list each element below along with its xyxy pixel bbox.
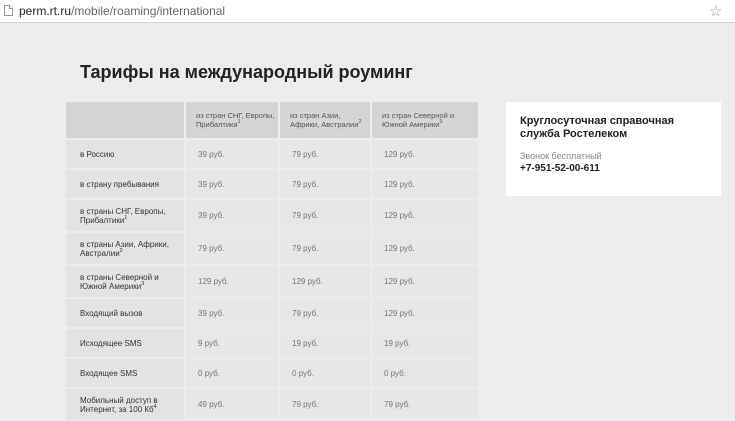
table-row: в страны СНГ, Европы, Прибалтики1 39 руб… [66, 198, 478, 231]
page-icon [4, 5, 13, 16]
price-cell: 129 руб. [186, 264, 280, 297]
price-cell: 129 руб. [372, 168, 478, 198]
price-cell: 39 руб. [186, 198, 280, 231]
price-cell: 0 руб. [186, 357, 280, 387]
price-cell: 79 руб. [280, 297, 372, 327]
row-label: Входящее SMS [66, 357, 186, 387]
row-label: Мобильный доступ в Интернет, за 100 Кб4 [66, 387, 186, 420]
row-label-text: в страны Азии, Африки, Австралии [80, 239, 169, 258]
price-cell: 79 руб. [280, 231, 372, 264]
price-cell: 79 руб. [186, 231, 280, 264]
price-cell: 39 руб. [186, 297, 280, 327]
price-cell: 79 руб. [280, 168, 372, 198]
table-header-row: из стран СНГ, Европы, Прибалтики1 из стр… [66, 102, 478, 138]
support-call-note: Звонок бесплатный [520, 151, 602, 161]
support-phone[interactable]: +7-951-52-00-611 [520, 163, 709, 174]
url-path: /mobile/roaming/international [71, 4, 226, 18]
price-cell: 129 руб. [372, 264, 478, 297]
table-row: в страны Азии, Африки, Австралии2 79 руб… [66, 231, 478, 264]
column-header-text: из стран Северной и Южной Америки [382, 111, 455, 129]
row-label-text: Входящий вызов [80, 308, 143, 318]
price-cell: 79 руб. [280, 138, 372, 168]
price-cell: 129 руб. [280, 264, 372, 297]
row-label-text: в страны СНГ, Европы, Прибалтики [80, 206, 166, 225]
row-label-text: в страны Северной и Южной Америки [80, 272, 159, 291]
row-label: в страны Азии, Африки, Австралии2 [66, 231, 186, 264]
url-text[interactable]: perm.rt.ru/mobile/roaming/international [19, 4, 225, 18]
page-title: Тарифы на международный роуминг [80, 62, 413, 82]
price-cell: 39 руб. [186, 168, 280, 198]
price-cell: 0 руб. [280, 357, 372, 387]
price-cell: 19 руб. [372, 327, 478, 357]
roaming-tariffs-table: из стран СНГ, Европы, Прибалтики1 из стр… [66, 102, 478, 420]
row-label: в страну пребывания [66, 168, 186, 198]
price-cell: 19 руб. [280, 327, 372, 357]
row-label-text: Мобильный доступ в Интернет, за 100 Кб [80, 395, 158, 414]
star-icon[interactable]: ☆ [709, 2, 722, 20]
support-info-box: Круглосуточная справочная служба Ростеле… [506, 102, 721, 196]
footnote-mark: 1 [124, 214, 128, 221]
column-header: из стран Азии, Африки, Австралии2 [280, 102, 372, 138]
footnote-mark: 4 [153, 403, 157, 410]
footnote-mark: 3 [141, 280, 145, 287]
footnote-mark: 3 [439, 119, 443, 125]
column-header-text: из стран СНГ, Европы, Прибалтики [196, 111, 275, 129]
price-cell: 129 руб. [372, 297, 478, 327]
row-label-text: в страну пребывания [80, 179, 159, 189]
price-cell: 39 руб. [186, 138, 280, 168]
footnote-mark: 2 [119, 247, 123, 254]
table-row: в страну пребывания 39 руб. 79 руб. 129 … [66, 168, 478, 198]
price-cell: 79 руб. [280, 198, 372, 231]
column-header: из стран Северной и Южной Америки3 [372, 102, 478, 138]
price-cell: 129 руб. [372, 231, 478, 264]
table-header-corner [66, 102, 186, 138]
row-label: Исходящее SMS [66, 327, 186, 357]
footnote-mark: 2 [358, 119, 362, 125]
price-cell: 79 руб. [372, 387, 478, 420]
row-label-text: Исходящее SMS [80, 338, 142, 348]
row-label: в страны СНГ, Европы, Прибалтики1 [66, 198, 186, 231]
row-label: в Россию [66, 138, 186, 168]
row-label: в страны Северной и Южной Америки3 [66, 264, 186, 297]
row-label: Входящий вызов [66, 297, 186, 327]
price-cell: 79 руб. [280, 387, 372, 420]
table-row: Входящее SMS 0 руб. 0 руб. 0 руб. [66, 357, 478, 387]
row-label-text: Входящее SMS [80, 368, 138, 378]
browser-address-bar[interactable]: perm.rt.ru/mobile/roaming/international … [0, 0, 735, 23]
price-cell: 9 руб. [186, 327, 280, 357]
price-cell: 49 руб. [186, 387, 280, 420]
price-cell: 129 руб. [372, 138, 478, 168]
row-label-text: в Россию [80, 149, 115, 159]
table-row: Мобильный доступ в Интернет, за 100 Кб4 … [66, 387, 478, 420]
price-cell: 0 руб. [372, 357, 478, 387]
table-row: Исходящее SMS 9 руб. 19 руб. 19 руб. [66, 327, 478, 357]
footnote-mark: 1 [237, 119, 241, 125]
price-cell: 129 руб. [372, 198, 478, 231]
table-row: в страны Северной и Южной Америки3 129 р… [66, 264, 478, 297]
table-row: Входящий вызов 39 руб. 79 руб. 129 руб. [66, 297, 478, 327]
table-row: в Россию 39 руб. 79 руб. 129 руб. [66, 138, 478, 168]
column-header: из стран СНГ, Европы, Прибалтики1 [186, 102, 280, 138]
support-title: Круглосуточная справочная служба Ростеле… [520, 115, 675, 140]
url-host: perm.rt.ru [19, 4, 72, 18]
column-header-text: из стран Азии, Африки, Австралии [290, 111, 359, 129]
